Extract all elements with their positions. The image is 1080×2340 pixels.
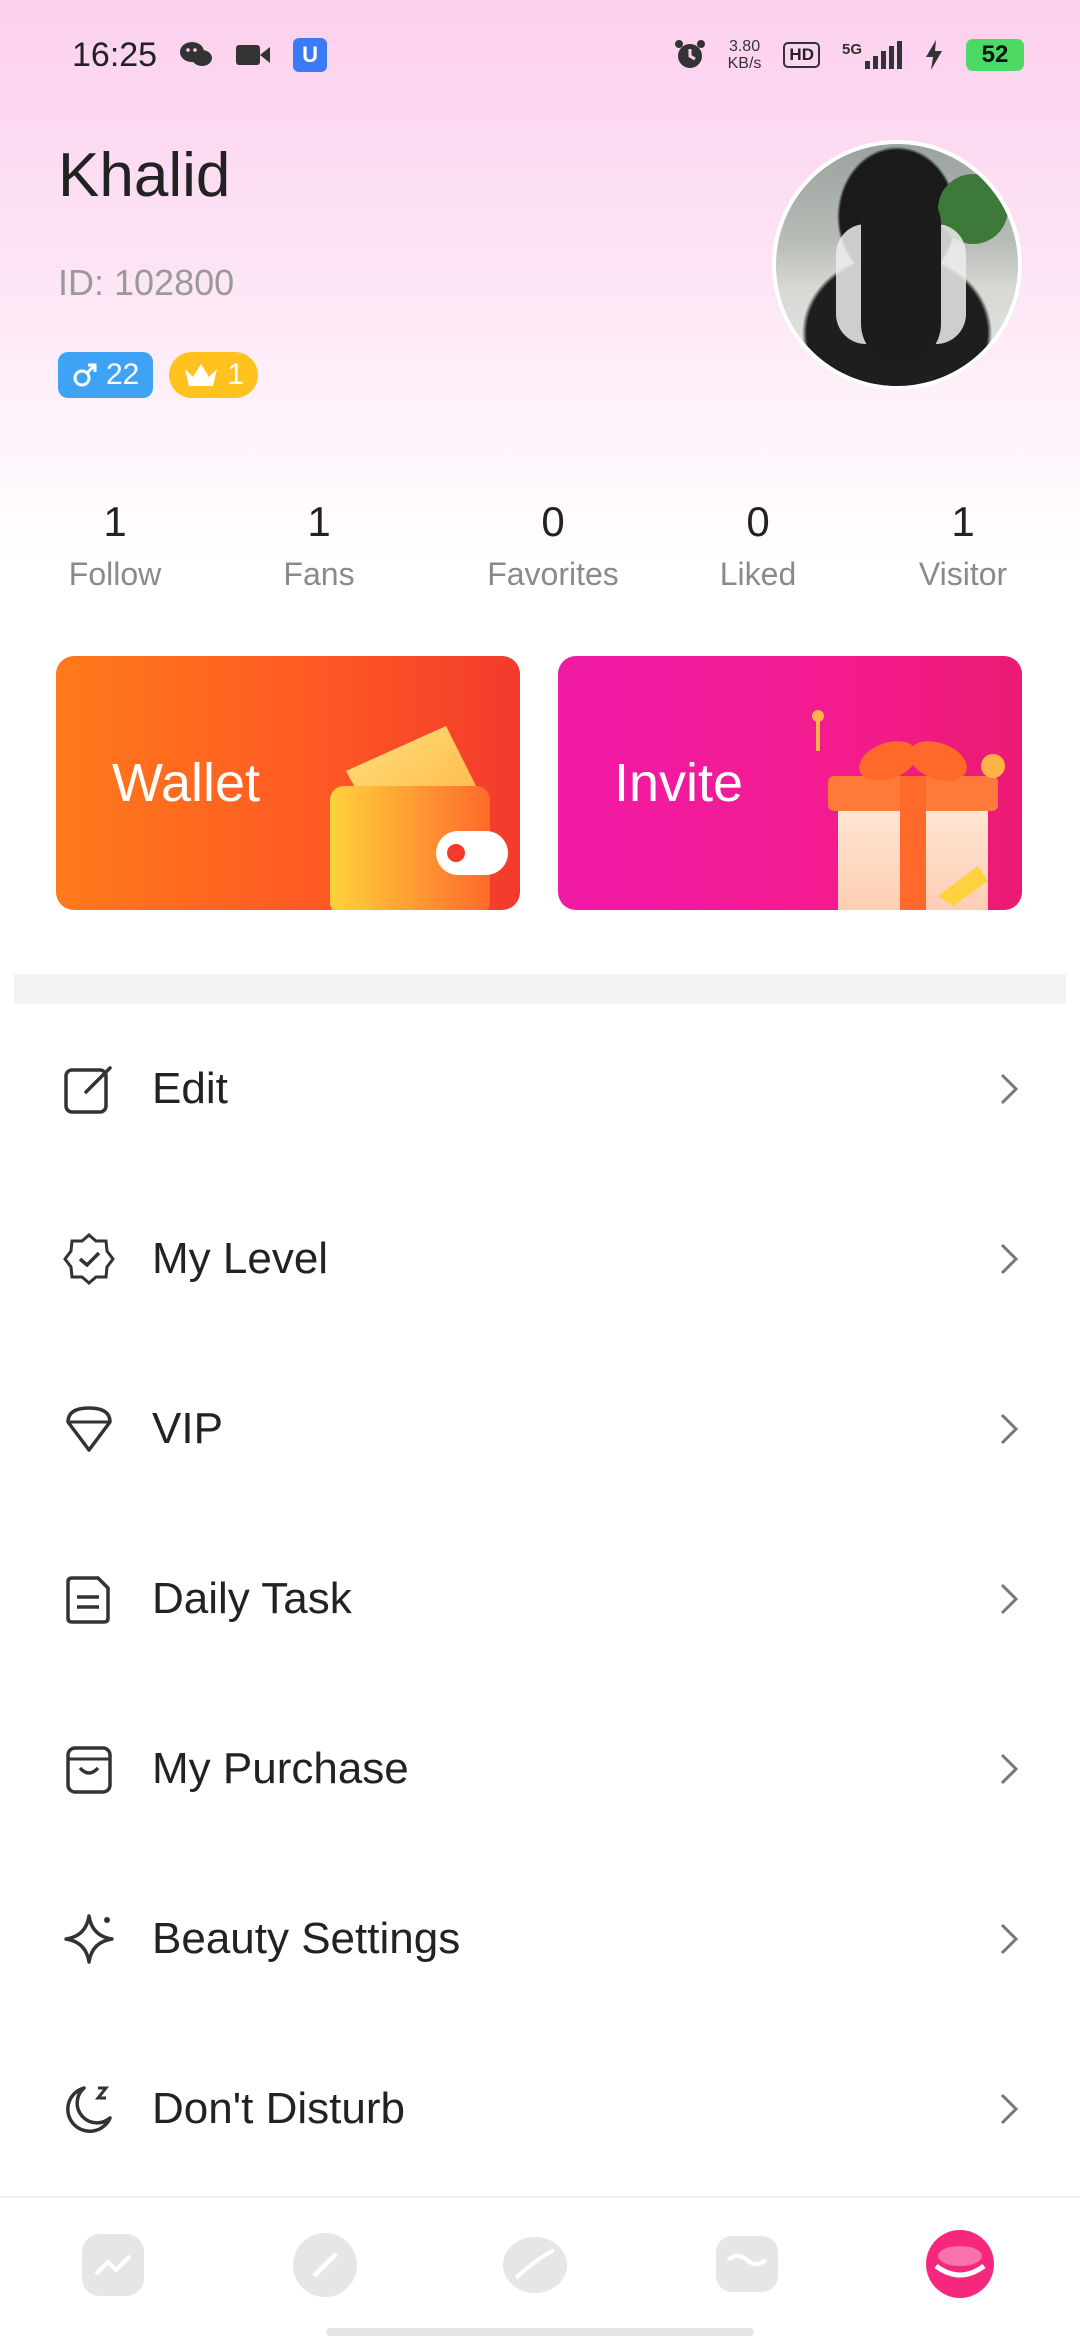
menu-item-vip[interactable]: VIP [0, 1344, 1080, 1514]
edit-icon [64, 1066, 112, 1114]
stat-favorites[interactable]: 0 Favorites [453, 498, 653, 593]
profile-id: ID: 102800 [58, 262, 235, 303]
stat-value: 0 [541, 498, 565, 545]
moon-icon [66, 2086, 112, 2133]
stat-label: Visitor [918, 556, 1008, 592]
menu-item-my-purchase[interactable]: My Purchase [0, 1684, 1080, 1854]
sparkle-icon [64, 1914, 114, 1964]
stat-label: Follow [68, 556, 162, 592]
menu-item-edit[interactable]: Edit [0, 1004, 1080, 1174]
section-divider [14, 974, 1066, 1004]
menu-label: Beauty Settings [152, 1914, 461, 1963]
network-speed: 3.80 KB/s [728, 38, 762, 72]
chevron-right-icon [1000, 2093, 1019, 2125]
stat-label: Liked [719, 556, 797, 592]
chevron-right-icon [1000, 1923, 1019, 1955]
video-camera-icon [235, 42, 271, 68]
vip-level-badge: 1 [169, 352, 259, 398]
messages-icon[interactable] [712, 2230, 782, 2300]
alarm-icon [674, 39, 706, 71]
invite-card[interactable]: Invite [558, 656, 1022, 910]
avatar-photo-person [861, 184, 941, 364]
charging-icon [924, 39, 944, 71]
menu-label: Edit [152, 1064, 228, 1113]
menu-label: My Purchase [152, 1744, 409, 1793]
stat-value: 1 [307, 498, 331, 545]
profile-icon[interactable] [922, 2226, 998, 2302]
menu-label: Daily Task [152, 1574, 352, 1623]
chevron-right-icon [1000, 1243, 1019, 1275]
wallet-card-label: Wallet [112, 753, 261, 813]
profile-name: Khalid [58, 141, 231, 210]
home-icon[interactable] [78, 2230, 148, 2300]
invite-card-label: Invite [614, 753, 744, 813]
chevron-right-icon [1000, 1073, 1019, 1105]
gender-age-badge: 22 [58, 352, 154, 398]
moments-icon[interactable] [500, 2230, 570, 2300]
signal-type-label: 5G [841, 41, 862, 58]
menu-label: My Level [152, 1234, 329, 1283]
status-left: 16:25 U [72, 35, 328, 75]
vip-level-value: 1 [227, 358, 245, 391]
stat-liked[interactable]: 0 Liked [658, 498, 858, 593]
stat-fans[interactable]: 1 Fans [219, 498, 419, 593]
chevron-right-icon [1000, 1753, 1019, 1785]
menu-item-daily-task[interactable]: Daily Task [0, 1514, 1080, 1684]
network-speed-value: 3.80 [728, 38, 761, 55]
explore-icon[interactable] [290, 2230, 360, 2300]
status-time: 16:25 [72, 35, 158, 74]
bottom-navigation [0, 2196, 1080, 2340]
status-right: 3.80 KB/s HD 5G 52 [674, 38, 1024, 72]
stat-label: Fans [283, 556, 355, 592]
wallet-illustration-icon [330, 726, 508, 910]
male-icon [73, 363, 97, 387]
app-notification-icon: U [293, 38, 328, 72]
status-bar: 16:25 U 3.80 KB/s HD 5G 52 [0, 0, 1080, 110]
gift-box-icon [812, 710, 1005, 910]
stat-visitor[interactable]: 1 Visitor [863, 498, 1063, 593]
stat-value: 1 [951, 498, 975, 545]
stat-value: 1 [103, 498, 127, 545]
task-list-icon [66, 1576, 110, 1624]
menu-label: VIP [152, 1404, 223, 1453]
menu-label: Don't Disturb [152, 2084, 405, 2133]
menu-item-my-level[interactable]: My Level [0, 1174, 1080, 1344]
stat-label: Favorites [487, 556, 619, 592]
diamond-icon [66, 1406, 112, 1452]
crown-icon [185, 364, 218, 386]
age-value: 22 [106, 358, 140, 391]
stat-follow[interactable]: 1 Follow [15, 498, 215, 593]
chevron-right-icon [1000, 1413, 1019, 1445]
profile-badges: 22 1 [58, 352, 259, 398]
cell-signal-icon: 5G [842, 41, 902, 69]
wallet-card[interactable]: Wallet [56, 656, 520, 910]
chat-notification-icon [179, 40, 213, 70]
hd-indicator: HD [783, 42, 820, 68]
home-indicator [326, 2328, 754, 2336]
menu-item-beauty-settings[interactable]: Beauty Settings [0, 1854, 1080, 2024]
chevron-right-icon [1000, 1583, 1019, 1615]
battery-indicator: 52 [966, 39, 1024, 71]
level-badge-icon [63, 1233, 115, 1285]
avatar[interactable] [772, 140, 1022, 390]
network-speed-unit: KB/s [727, 55, 762, 72]
shopping-bag-icon [66, 1746, 112, 1794]
stat-value: 0 [746, 498, 770, 545]
menu-item-dont-disturb[interactable]: Don't Disturb [0, 2024, 1080, 2194]
